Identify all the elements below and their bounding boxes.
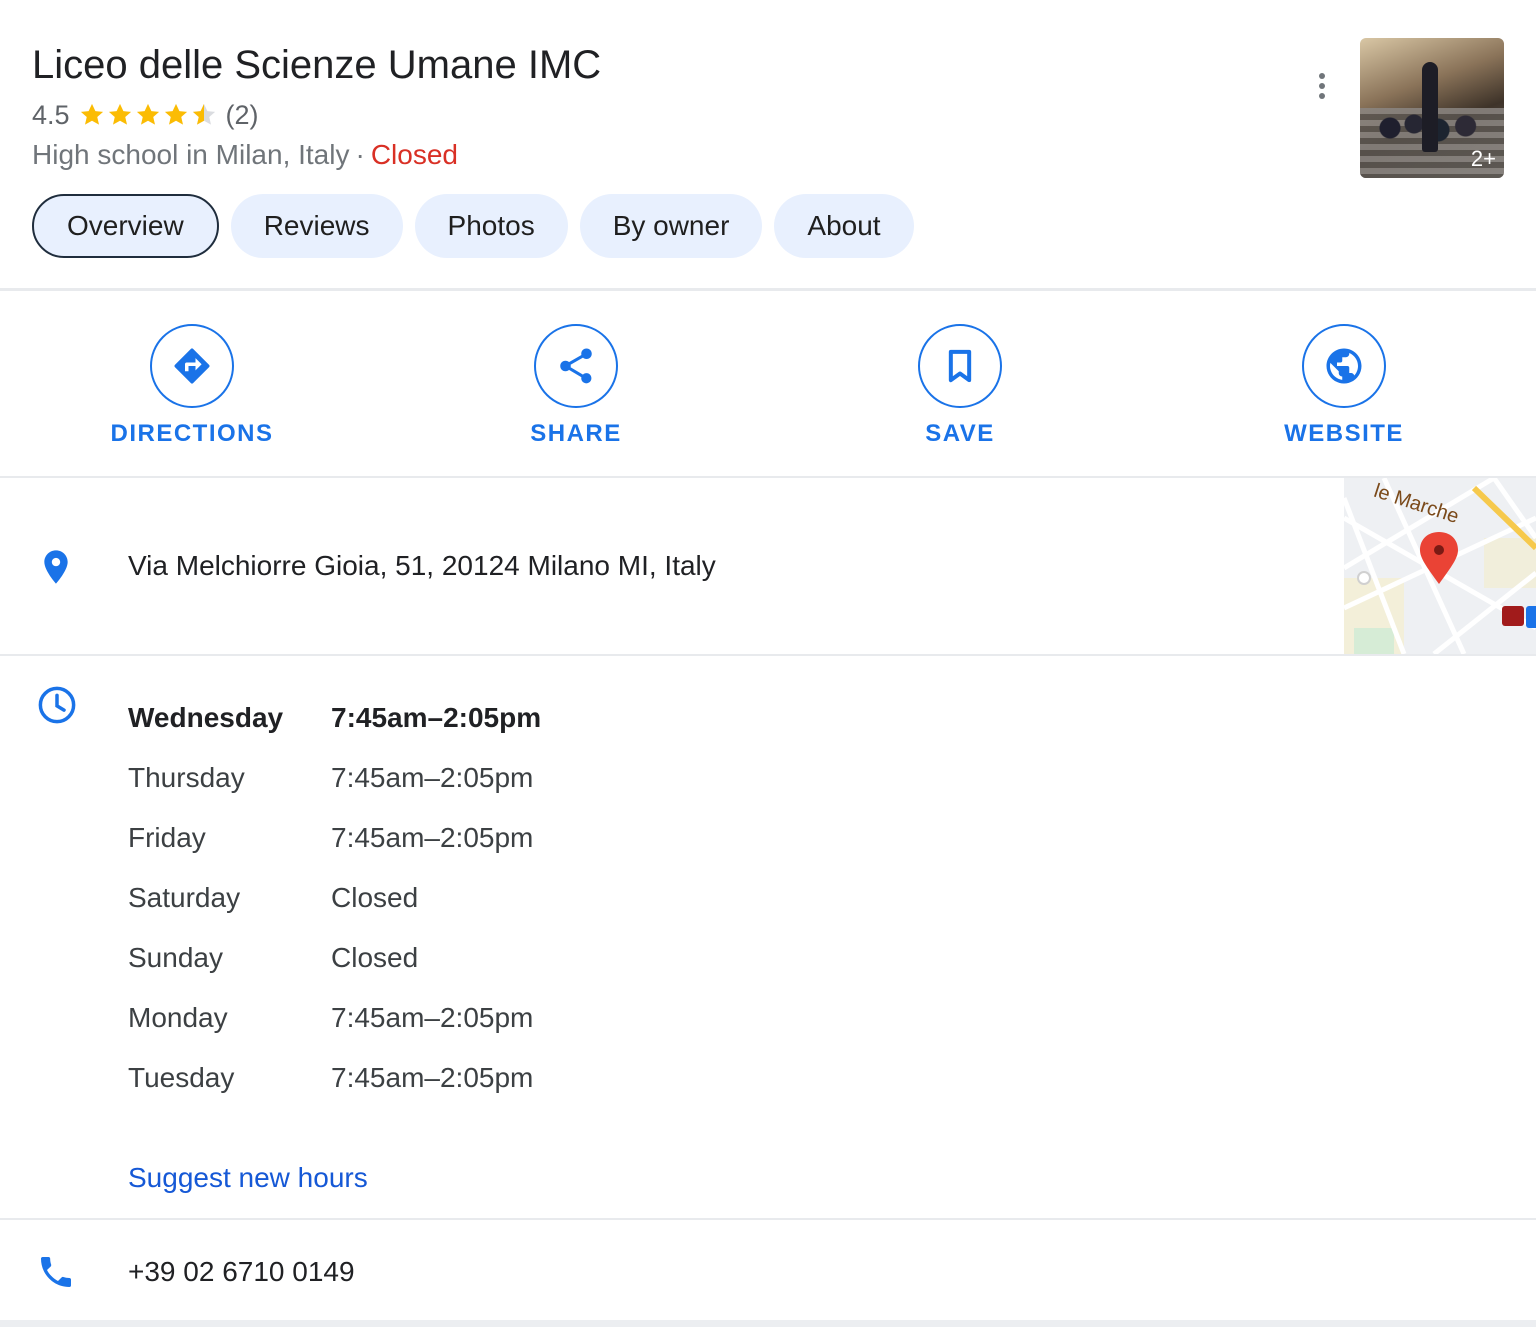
location-pin-icon [36, 546, 76, 593]
hours-row: Tuesday 7:45am–2:05pm [128, 1048, 541, 1108]
star-icon [78, 101, 106, 129]
more-options-icon[interactable] [1306, 68, 1338, 104]
tab-reviews[interactable]: Reviews [230, 194, 403, 258]
star-icon [162, 101, 190, 129]
share-button[interactable]: SHARE [476, 324, 676, 448]
suggest-new-hours-link[interactable]: Suggest new hours [128, 1162, 368, 1194]
phone-number: +39 02 6710 0149 [128, 1256, 355, 1287]
divider [0, 288, 1536, 291]
tab-bar: Overview Reviews Photos By owner About [32, 194, 914, 258]
hours-row: Thursday 7:45am–2:05pm [128, 748, 541, 808]
star-icon [106, 101, 134, 129]
tab-overview[interactable]: Overview [32, 194, 219, 258]
photo-count: 2+ [1470, 146, 1496, 171]
half-star-icon [190, 101, 218, 129]
hours-day: Wednesday [128, 702, 284, 733]
rating-stars [78, 101, 218, 129]
place-header: Liceo delle Scienze Umane IMC 4.5 (2) Hi… [0, 0, 1536, 290]
bottom-divider [0, 1320, 1536, 1327]
directions-label: DIRECTIONS [110, 420, 274, 447]
hours-day: Saturday [128, 882, 241, 913]
address-row[interactable]: Via Melchiorre Gioia, 51, 20124 Milano M… [0, 478, 1536, 654]
open-status: Closed [370, 139, 458, 170]
review-count[interactable]: (2) [226, 100, 259, 131]
rating-value: 4.5 [32, 99, 70, 130]
place-category: High school in Milan, Italy [32, 139, 350, 170]
phone-row[interactable]: +39 02 6710 0149 [0, 1220, 1536, 1320]
hours-time: 7:45am–2:05pm [331, 702, 542, 733]
hours-time: Closed [331, 942, 419, 973]
hours-row: Monday 7:45am–2:05pm [128, 988, 541, 1048]
action-bar: DIRECTIONS SHARE SAVE WEBSITE [0, 292, 1536, 476]
hours-row: Saturday Closed [128, 868, 541, 928]
hours-time: 7:45am–2:05pm [331, 1062, 534, 1093]
hours-time: Closed [331, 882, 419, 913]
hours-day: Monday [128, 1002, 228, 1033]
hours-section: Wednesday 7:45am–2:05pm Thursday 7:45am–… [0, 656, 1536, 1218]
address-text: Via Melchiorre Gioia, 51, 20124 Milano M… [128, 550, 716, 581]
hours-table: Wednesday 7:45am–2:05pm Thursday 7:45am–… [128, 688, 541, 1108]
phone-icon [36, 1252, 76, 1297]
hours-row: Sunday Closed [128, 928, 541, 988]
hours-row: Friday 7:45am–2:05pm [128, 808, 541, 868]
share-icon [534, 324, 618, 408]
hours-time: 7:45am–2:05pm [331, 1002, 534, 1033]
place-subtitle: High school in Milan, Italy · Closed [32, 138, 458, 172]
rating-row[interactable]: 4.5 (2) [32, 98, 259, 132]
tab-photos[interactable]: Photos [414, 194, 568, 258]
map-thumbnail[interactable]: le Marche [1344, 478, 1536, 654]
directions-icon [150, 324, 234, 408]
website-button[interactable]: WEBSITE [1244, 324, 1444, 448]
save-label: SAVE [925, 420, 995, 447]
clock-icon[interactable] [36, 684, 78, 731]
hours-day: Friday [128, 822, 206, 853]
place-photo-thumbnail[interactable]: 2+ [1360, 38, 1504, 178]
hours-day: Thursday [128, 762, 245, 793]
bookmark-icon [918, 324, 1002, 408]
hours-time: 7:45am–2:05pm [331, 822, 534, 853]
tab-about[interactable]: About [774, 194, 914, 258]
tab-by-owner[interactable]: By owner [579, 194, 763, 258]
globe-icon [1302, 324, 1386, 408]
separator-dot: · [355, 139, 365, 170]
hours-row: Wednesday 7:45am–2:05pm [128, 688, 541, 748]
share-label: SHARE [530, 420, 622, 447]
hours-day: Tuesday [128, 1062, 235, 1093]
save-button[interactable]: SAVE [860, 324, 1060, 448]
website-label: WEBSITE [1284, 420, 1404, 447]
hours-day: Sunday [128, 942, 223, 973]
hours-time: 7:45am–2:05pm [331, 762, 534, 793]
directions-button[interactable]: DIRECTIONS [92, 324, 292, 448]
star-icon [134, 101, 162, 129]
place-title: Liceo delle Scienze Umane IMC [32, 43, 602, 87]
